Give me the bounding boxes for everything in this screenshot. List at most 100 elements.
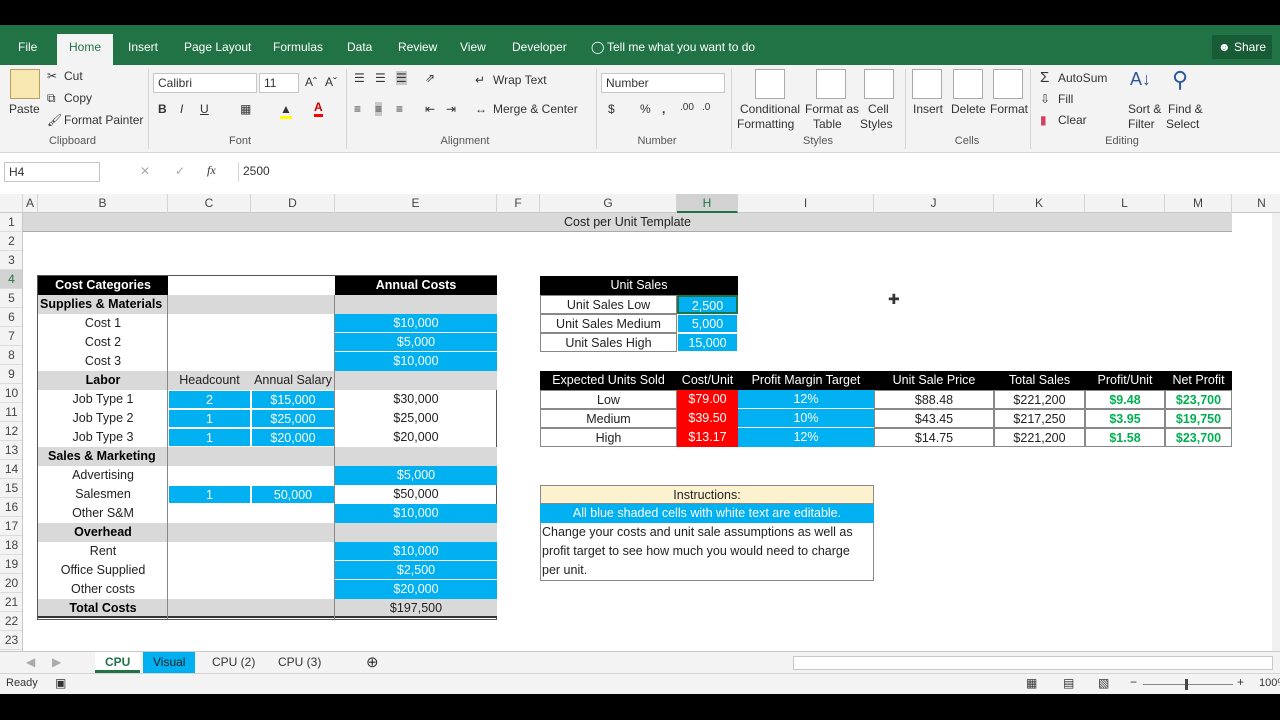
column-header-h[interactable]: H (677, 194, 738, 213)
grow-font-icon[interactable]: Aˆ (305, 75, 317, 89)
zoom-slider-thumb[interactable] (1185, 679, 1188, 690)
currency-button[interactable]: $ (608, 102, 615, 116)
results-row-label[interactable]: Low (540, 390, 677, 409)
input-cost1[interactable]: $10,000 (335, 314, 497, 333)
results-profit-unit[interactable]: $3.95 (1085, 409, 1165, 428)
column-header-a[interactable]: A (23, 194, 38, 213)
align-top-icon[interactable]: ☰ (354, 71, 365, 85)
row-header[interactable]: 7 (0, 327, 22, 346)
tab-developer[interactable]: Developer (512, 25, 567, 65)
tell-me-search[interactable]: Tell me what you want to do (607, 25, 755, 65)
results-net-profit[interactable]: $23,700 (1165, 390, 1232, 409)
input-job3-salary[interactable]: $20,000 (251, 428, 335, 447)
clear-button[interactable]: Clear (1058, 113, 1087, 127)
vertical-scrollbar[interactable] (1272, 213, 1280, 651)
row-header[interactable]: 6 (0, 308, 22, 327)
label-job1[interactable]: Job Type 1 (38, 390, 168, 409)
header-headcount[interactable]: Headcount (168, 371, 251, 390)
align-left-icon[interactable]: ≡ (354, 102, 361, 116)
row-header[interactable]: 1 (0, 213, 22, 232)
new-sheet-icon[interactable]: ⊕ (356, 652, 389, 673)
row-header[interactable]: 10 (0, 384, 22, 403)
input-unit-sales-low[interactable]: 2,500 (677, 295, 738, 314)
results-cost-unit[interactable]: $79.00 (677, 390, 738, 409)
overhead-blank[interactable] (168, 523, 497, 542)
input-other-sm[interactable]: $10,000 (335, 504, 497, 523)
share-button[interactable]: ☻ Share (1211, 35, 1272, 59)
header-annual-salary[interactable]: Annual Salary (251, 371, 335, 390)
section-overhead[interactable]: Overhead (38, 523, 168, 542)
header-cost-categories[interactable]: Cost Categories (38, 276, 168, 295)
input-job3-headcount[interactable]: 1 (168, 428, 251, 447)
wrap-text-button[interactable]: Wrap Text (493, 73, 547, 87)
wrap-text-icon[interactable]: ↵ (475, 73, 485, 87)
autosum-button[interactable]: AutoSum (1058, 71, 1107, 85)
label-total-costs[interactable]: Total Costs (38, 599, 168, 618)
column-header-c[interactable]: C (168, 194, 251, 213)
label-other-sm[interactable]: Other S&M (38, 504, 168, 523)
results-row-label[interactable]: High (540, 428, 677, 447)
results-header-total-sales[interactable]: Total Sales (994, 371, 1085, 390)
row-header[interactable]: 8 (0, 346, 22, 365)
input-margin-high[interactable]: 12% (738, 428, 874, 447)
column-header-k[interactable]: K (994, 194, 1085, 213)
results-total-sales[interactable]: $217,250 (994, 409, 1085, 428)
format-as-table-button[interactable]: Format as (805, 102, 859, 116)
instructions-title[interactable]: Instructions: (540, 485, 874, 504)
column-header-i[interactable]: I (738, 194, 874, 213)
total-costs-value[interactable]: $197,500 (335, 599, 497, 618)
zoom-in-icon[interactable]: + (1237, 675, 1244, 689)
copy-button[interactable]: Copy (64, 91, 92, 105)
header-unit-sales[interactable]: Unit Sales (540, 276, 738, 295)
input-cost3[interactable]: $10,000 (335, 352, 497, 371)
percent-button[interactable]: % (640, 102, 651, 116)
results-header-sale-price[interactable]: Unit Sale Price (874, 371, 994, 390)
zoom-level[interactable]: 100% (1259, 677, 1280, 689)
header-annual-costs[interactable]: Annual Costs (335, 276, 497, 295)
column-header-m[interactable]: M (1165, 194, 1232, 213)
row-header[interactable]: 14 (0, 460, 22, 479)
row-header[interactable]: 13 (0, 441, 22, 460)
instructions-line[interactable]: profit target to see how much you would … (540, 542, 874, 561)
bold-button[interactable]: B (158, 102, 167, 116)
insert-function-icon[interactable]: fx (207, 163, 216, 178)
instructions-line[interactable]: Change your costs and unit sale assumpti… (540, 523, 874, 542)
fill-color-icon[interactable]: ▲ (280, 102, 292, 119)
input-margin-low[interactable]: 12% (738, 390, 874, 409)
column-header-l[interactable]: L (1085, 194, 1165, 213)
input-job2-headcount[interactable]: 1 (168, 409, 251, 428)
sort-filter-icon[interactable]: A↓ (1130, 69, 1151, 90)
instructions-blue-note[interactable]: All blue shaded cells with white text ar… (540, 504, 874, 523)
orientation-icon[interactable]: ⇗ (425, 71, 435, 85)
find-select-button[interactable]: Find & (1168, 102, 1203, 116)
format-cells-icon[interactable] (993, 69, 1023, 99)
results-net-profit[interactable]: $23,700 (1165, 428, 1232, 447)
conditional-formatting-icon[interactable] (755, 69, 785, 99)
tab-data[interactable]: Data (347, 25, 372, 65)
input-unit-sales-medium[interactable]: 5,000 (677, 314, 738, 333)
input-salesmen-headcount[interactable]: 1 (168, 485, 251, 504)
label-unit-sales-medium[interactable]: Unit Sales Medium (540, 314, 677, 333)
format-painter-icon[interactable]: 🖌 (47, 113, 62, 127)
section-supplies[interactable]: Supplies & Materials (38, 295, 497, 314)
insert-cells-button[interactable]: Insert (913, 102, 943, 116)
input-job1-headcount[interactable]: 2 (168, 390, 251, 409)
tab-insert[interactable]: Insert (128, 25, 158, 65)
job3-total[interactable]: $20,000 (335, 428, 497, 447)
results-header-expected-units[interactable]: Expected Units Sold (540, 371, 677, 390)
results-total-sales[interactable]: $221,200 (994, 390, 1085, 409)
zoom-slider[interactable] (1143, 684, 1233, 685)
results-header-profit-unit[interactable]: Profit/Unit (1085, 371, 1165, 390)
copy-icon[interactable]: ⧉ (47, 91, 56, 106)
label-cost1[interactable]: Cost 1 (38, 314, 168, 333)
merge-center-button[interactable]: Merge & Center (493, 102, 578, 116)
row-header[interactable]: 15 (0, 479, 22, 498)
row-header[interactable]: 11 (0, 403, 22, 422)
font-name-select[interactable]: Calibri (153, 73, 257, 93)
row-header[interactable]: 2 (0, 232, 22, 251)
underline-button[interactable]: U (200, 102, 209, 116)
tab-page-layout[interactable]: Page Layout (184, 25, 251, 65)
sheet-title[interactable]: Cost per Unit Template (23, 213, 1232, 232)
merge-center-icon[interactable]: ↔ (475, 102, 487, 116)
label-unit-sales-high[interactable]: Unit Sales High (540, 333, 677, 352)
